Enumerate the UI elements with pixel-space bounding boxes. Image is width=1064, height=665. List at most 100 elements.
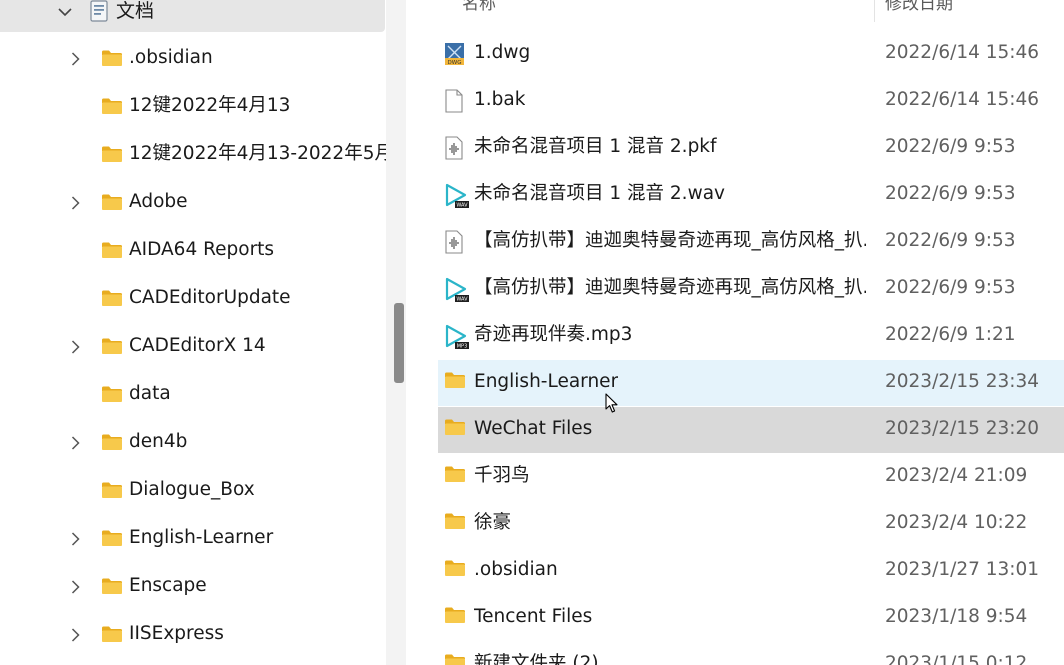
folder-icon [101, 529, 123, 551]
file-row[interactable]: 【高仿扒带】迪迦奥特曼奇迹再现_高仿风格_扒... 2022/6/9 9:53 [438, 219, 1064, 265]
file-row[interactable]: 1.bak 2022/6/14 15:46 [438, 78, 1064, 124]
nav-item-label: 12键2022年4月13 [129, 95, 291, 116]
folder-icon [101, 193, 123, 215]
file-name: 千羽鸟 [474, 465, 530, 486]
file-name: 【高仿扒带】迪迦奥特曼奇迹再现_高仿风格_扒... [474, 230, 866, 251]
nav-item-label: Adobe [129, 191, 188, 212]
file-name: 1.bak [474, 89, 526, 110]
svg-text:WAV: WAV [456, 203, 468, 209]
nav-item-label: Enscape [129, 575, 207, 596]
nav-item[interactable]: 12键2022年4月13 [0, 85, 386, 129]
folder-icon [444, 606, 466, 628]
nav-item-label: CADEditorUpdate [129, 287, 291, 308]
file-name: English-Learner [474, 371, 619, 392]
file-name: 徐豪 [474, 512, 512, 533]
file-row[interactable]: WAV 未命名混音项目 1 混音 2.wav 2022/6/9 9:53 [438, 172, 1064, 218]
nav-item[interactable]: Enscape [0, 565, 386, 609]
file-date: 2022/6/9 9:53 [885, 277, 1016, 298]
file-row[interactable]: English-Learner 2023/2/15 23:34 [438, 360, 1064, 406]
chevron-right-icon[interactable] [71, 339, 80, 358]
nav-item[interactable]: .obsidian [0, 37, 386, 81]
svg-text:WAV: WAV [456, 297, 468, 303]
folder-icon [444, 512, 466, 534]
file-row[interactable]: DWG 1.dwg 2022/6/14 15:46 [438, 31, 1064, 77]
column-header-date[interactable]: 修改日期 [885, 0, 953, 14]
audio-peak-file-icon [444, 230, 464, 258]
svg-text:MP3: MP3 [457, 344, 468, 350]
nav-item[interactable]: den4b [0, 421, 386, 465]
file-name: 【高仿扒带】迪迦奥特曼奇迹再现_高仿风格_扒... [474, 277, 866, 298]
file-date: 2023/1/18 9:54 [885, 606, 1028, 627]
nav-item-documents[interactable]: 文档 [0, 0, 385, 32]
folder-icon [101, 289, 123, 311]
documents-icon [90, 0, 108, 22]
file-name: .obsidian [474, 559, 558, 580]
folder-icon [444, 371, 466, 393]
nav-item[interactable]: 12键2022年4月13-2022年5月1 [0, 133, 386, 177]
nav-item-label: CADEditorX 14 [129, 335, 266, 356]
file-list-pane: 名称 修改日期 DWG 1.dwg 2022/6/14 15:46 1.bak 2022… [406, 0, 1064, 665]
file-date: 2022/6/9 9:53 [885, 183, 1016, 204]
file-name: 未命名混音项目 1 混音 2.pkf [474, 136, 717, 157]
folder-icon [101, 241, 123, 263]
folder-icon [101, 97, 123, 119]
file-name: 奇迹再现伴奏.mp3 [474, 324, 633, 345]
file-date: 2022/6/9 9:53 [885, 136, 1016, 157]
chevron-right-icon[interactable] [71, 195, 80, 214]
file-date: 2023/2/4 21:09 [885, 465, 1028, 486]
nav-item[interactable]: English-Learner [0, 517, 386, 561]
file-row[interactable]: 新建文件夹 (2) 2023/1/15 0:12 [438, 642, 1064, 665]
folder-icon [101, 577, 123, 599]
media-player-wav-icon: WAV [444, 183, 470, 213]
file-date: 2023/1/27 13:01 [885, 559, 1040, 580]
chevron-right-icon[interactable] [71, 627, 80, 646]
chevron-right-icon[interactable] [71, 579, 80, 598]
folder-icon [101, 385, 123, 407]
nav-item[interactable]: data [0, 373, 386, 417]
file-row[interactable]: WeChat Files 2023/2/15 23:20 [438, 407, 1064, 453]
file-name: 未命名混音项目 1 混音 2.wav [474, 183, 725, 204]
file-date: 2023/1/15 0:12 [885, 653, 1028, 665]
folder-icon [444, 653, 466, 665]
folder-icon [101, 481, 123, 503]
folder-icon [444, 418, 466, 440]
chevron-right-icon[interactable] [71, 531, 80, 550]
file-date: 2023/2/15 23:20 [885, 418, 1040, 439]
nav-item[interactable]: Dialogue_Box [0, 469, 386, 513]
folder-icon [101, 145, 123, 167]
nav-item-label: AIDA64 Reports [129, 239, 275, 260]
nav-item[interactable]: Adobe [0, 181, 386, 225]
file-row[interactable]: Tencent Files 2023/1/18 9:54 [438, 595, 1064, 641]
file-name: WeChat Files [474, 418, 593, 439]
folder-icon [444, 465, 466, 487]
nav-item[interactable]: CADEditorX 14 [0, 325, 386, 369]
nav-scrollbar-thumb[interactable] [394, 303, 404, 383]
file-row[interactable]: WAV 【高仿扒带】迪迦奥特曼奇迹再现_高仿风格_扒... 2022/6/9 9:5… [438, 266, 1064, 312]
nav-item-label: Dialogue_Box [129, 479, 255, 500]
file-name: Tencent Files [474, 606, 593, 627]
column-header-name[interactable]: 名称 [462, 0, 496, 14]
media-player-mp3-icon: MP3 [444, 324, 470, 354]
file-date: 2022/6/9 9:53 [885, 230, 1016, 251]
nav-item-label: data [129, 383, 171, 404]
nav-item[interactable]: IISExpress [0, 613, 386, 657]
file-row[interactable]: 未命名混音项目 1 混音 2.pkf 2022/6/9 9:53 [438, 125, 1064, 171]
folder-icon [101, 433, 123, 455]
nav-item-label: 12键2022年4月13-2022年5月1 [129, 143, 386, 164]
dwg-file-icon: DWG [444, 42, 466, 70]
nav-item[interactable]: CADEditorUpdate [0, 277, 386, 321]
file-name: 1.dwg [474, 42, 531, 63]
nav-item-label: IISExpress [129, 623, 224, 644]
chevron-right-icon[interactable] [71, 51, 80, 70]
nav-item[interactable]: AIDA64 Reports [0, 229, 386, 273]
column-divider[interactable] [874, 0, 875, 22]
chevron-right-icon[interactable] [71, 435, 80, 454]
file-row[interactable]: MP3 奇迹再现伴奏.mp3 2022/6/9 1:21 [438, 313, 1064, 359]
file-row[interactable]: .obsidian 2023/1/27 13:01 [438, 548, 1064, 594]
folder-icon [101, 49, 123, 71]
audio-peak-file-icon [444, 136, 464, 164]
file-row[interactable]: 徐豪 2023/2/4 10:22 [438, 501, 1064, 547]
file-row[interactable]: 千羽鸟 2023/2/4 21:09 [438, 454, 1064, 500]
folder-icon [444, 559, 466, 581]
chevron-down-icon[interactable] [58, 8, 72, 17]
